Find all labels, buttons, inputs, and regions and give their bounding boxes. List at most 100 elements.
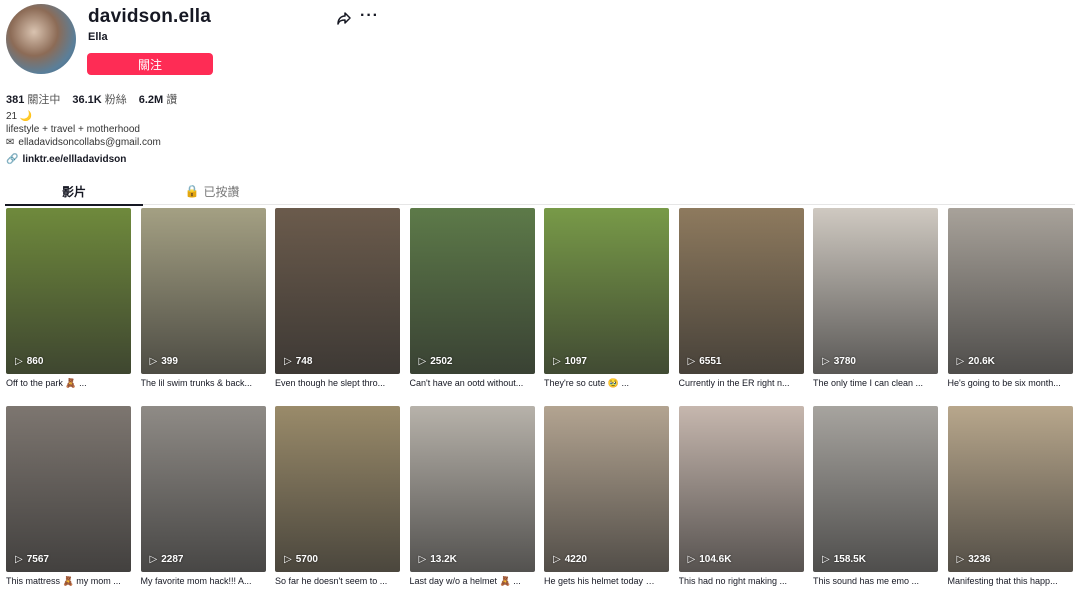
share-icon[interactable] xyxy=(336,10,352,26)
video-caption[interactable]: Currently in the ER right n... xyxy=(679,378,799,388)
video-thumbnail[interactable]: ▷ 399 xyxy=(140,208,266,374)
video-thumbnail[interactable]: ▷ 2287 xyxy=(140,406,266,572)
view-count: ▷ 104.6K xyxy=(687,554,732,565)
view-count: ▷ 6551 xyxy=(687,356,722,367)
profile-link[interactable]: 🔗 linktr.ee/ellladavidson xyxy=(6,154,126,165)
video-caption[interactable]: He gets his helmet today 🧸... xyxy=(544,576,664,587)
profile-header: davidson.ella Ella 關注 ··· 381 關注中 36.1K 粉絲… xyxy=(6,4,1076,174)
profile-link-text[interactable]: linktr.ee/ellladavidson xyxy=(22,154,126,165)
view-count: ▷ 13.2K xyxy=(418,554,457,565)
video-thumbnail[interactable]: ▷ 158.5K xyxy=(813,406,938,572)
bio-email-row: ✉ elladavidsoncollabs@gmail.com xyxy=(6,136,161,149)
play-icon: ▷ xyxy=(149,554,158,565)
bio-line-2: lifestyle + travel + motherhood xyxy=(6,124,140,135)
play-icon: ▷ xyxy=(687,554,696,565)
view-count: ▷ 860 xyxy=(15,356,44,367)
video-thumbnail[interactable]: ▷ 1097 xyxy=(544,208,669,374)
video-thumbnail[interactable]: ▷ 13.2K xyxy=(409,406,535,572)
play-icon: ▷ xyxy=(956,356,965,367)
avatar[interactable] xyxy=(6,4,76,74)
play-icon: ▷ xyxy=(284,356,292,367)
followers-stat[interactable]: 36.1K 粉絲 xyxy=(72,91,126,107)
play-icon: ▷ xyxy=(284,554,292,565)
video-caption[interactable]: This mattress 🧸 my mom ... xyxy=(6,576,126,587)
view-count: ▷ 20.6K xyxy=(956,356,995,367)
video-card[interactable]: ▷ 7567 This mattress 🧸 my mom ... xyxy=(6,406,131,587)
video-thumbnail[interactable]: ▷ 3780 xyxy=(813,208,938,374)
play-icon: ▷ xyxy=(418,554,427,565)
view-count: ▷ 4220 xyxy=(553,554,587,565)
video-caption[interactable]: This sound has me emo ... xyxy=(813,576,933,586)
view-count: ▷ 3236 xyxy=(956,554,991,565)
play-icon: ▷ xyxy=(553,554,561,565)
video-caption[interactable]: This had no right making ... xyxy=(679,576,799,586)
video-card[interactable]: ▷ 3236 Manifesting that this happ... xyxy=(947,406,1073,586)
video-card[interactable]: ▷ 1097 They're so cute 🥹 ... xyxy=(544,208,669,389)
video-card[interactable]: ▷ 5700 So far he doesn't seem to ... xyxy=(275,406,400,586)
video-card[interactable]: ▷ 860 Off to the park 🧸 ... xyxy=(6,208,131,389)
view-count: ▷ 158.5K xyxy=(822,554,866,565)
bio-line-1: 21 🌙 xyxy=(6,111,33,122)
tab-videos[interactable]: 影片 xyxy=(5,178,143,206)
play-icon: ▷ xyxy=(418,356,427,367)
video-thumbnail[interactable]: ▷ 5700 xyxy=(275,406,400,572)
following-stat[interactable]: 381 關注中 xyxy=(6,91,60,107)
play-icon: ▷ xyxy=(15,356,23,367)
play-icon: ▷ xyxy=(822,554,830,565)
video-thumbnail[interactable]: ▷ 860 xyxy=(6,208,131,374)
envelope-icon: ✉ xyxy=(6,137,15,148)
nickname: Ella xyxy=(88,31,108,43)
play-icon: ▷ xyxy=(822,356,830,367)
video-caption[interactable]: Last day w/o a helmet 🧸 ... xyxy=(410,576,530,587)
video-thumbnail[interactable]: ▷ 4220 xyxy=(544,406,669,572)
view-count: ▷ 3780 xyxy=(822,356,856,367)
video-thumbnail[interactable]: ▷ 6551 xyxy=(678,208,804,374)
video-thumbnail[interactable]: ▷ 104.6K xyxy=(678,406,804,572)
view-count: ▷ 2287 xyxy=(149,554,184,565)
video-thumbnail[interactable]: ▷ 748 xyxy=(275,208,400,374)
video-card[interactable]: ▷ 13.2K Last day w/o a helmet 🧸 ... xyxy=(409,406,535,587)
username: davidson.ella xyxy=(88,6,211,27)
video-thumbnail[interactable]: ▷ 2502 xyxy=(409,208,535,374)
video-caption[interactable]: Manifesting that this happ... xyxy=(948,576,1068,586)
video-caption[interactable]: They're so cute 🥹 ... xyxy=(544,378,664,389)
video-card[interactable]: ▷ 4220 He gets his helmet today 🧸... xyxy=(544,406,669,587)
view-count: ▷ 1097 xyxy=(553,356,587,367)
follow-button[interactable]: 關注 xyxy=(87,53,213,75)
video-card[interactable]: ▷ 104.6K This had no right making ... xyxy=(678,406,804,586)
video-card[interactable]: ▷ 2287 My favorite mom hack!!! A... xyxy=(140,406,266,586)
video-thumbnail[interactable]: ▷ 20.6K xyxy=(947,208,1073,374)
view-count: ▷ 2502 xyxy=(418,356,453,367)
video-card[interactable]: ▷ 399 The lil swim trunks & back... xyxy=(140,208,266,388)
bio-email: elladavidsoncollabs@gmail.com xyxy=(18,137,161,148)
view-count: ▷ 5700 xyxy=(284,554,318,565)
video-card[interactable]: ▷ 2502 Can't have an ootd without... xyxy=(409,208,535,388)
play-icon: ▷ xyxy=(15,554,23,565)
video-caption[interactable]: The lil swim trunks & back... xyxy=(141,378,261,388)
video-thumbnail[interactable]: ▷ 7567 xyxy=(6,406,131,572)
view-count: ▷ 7567 xyxy=(15,554,49,565)
link-icon: 🔗 xyxy=(6,154,19,165)
tab-liked[interactable]: 🔒 已按讚 xyxy=(143,178,281,204)
video-card[interactable]: ▷ 20.6K He's going to be six month... xyxy=(947,208,1073,388)
video-caption[interactable]: Can't have an ootd without... xyxy=(410,378,530,388)
profile-stats: 381 關注中 36.1K 粉絲 6.2M 讚 xyxy=(6,91,177,107)
video-card[interactable]: ▷ 6551 Currently in the ER right n... xyxy=(678,208,804,388)
video-thumbnail[interactable]: ▷ 3236 xyxy=(947,406,1073,572)
lock-icon: 🔒 xyxy=(184,184,200,198)
video-card[interactable]: ▷ 748 Even though he slept thro... xyxy=(275,208,400,388)
video-caption[interactable]: So far he doesn't seem to ... xyxy=(275,576,395,586)
bio: 21 🌙 lifestyle + travel + motherhood ✉ e… xyxy=(6,110,161,149)
video-card[interactable]: ▷ 158.5K This sound has me emo ... xyxy=(813,406,938,586)
video-caption[interactable]: He's going to be six month... xyxy=(948,378,1068,388)
video-card[interactable]: ▷ 3780 The only time I can clean ... xyxy=(813,208,938,388)
profile-tabs: 影片 🔒 已按讚 xyxy=(5,178,1075,206)
video-caption[interactable]: Even though he slept thro... xyxy=(275,378,395,388)
video-caption[interactable]: Off to the park 🧸 ... xyxy=(6,378,126,389)
view-count: ▷ 399 xyxy=(149,356,178,367)
play-icon: ▷ xyxy=(687,356,696,367)
more-options-icon[interactable]: ··· xyxy=(360,7,379,25)
video-caption[interactable]: The only time I can clean ... xyxy=(813,378,933,388)
play-icon: ▷ xyxy=(149,356,158,367)
video-caption[interactable]: My favorite mom hack!!! A... xyxy=(141,576,261,586)
